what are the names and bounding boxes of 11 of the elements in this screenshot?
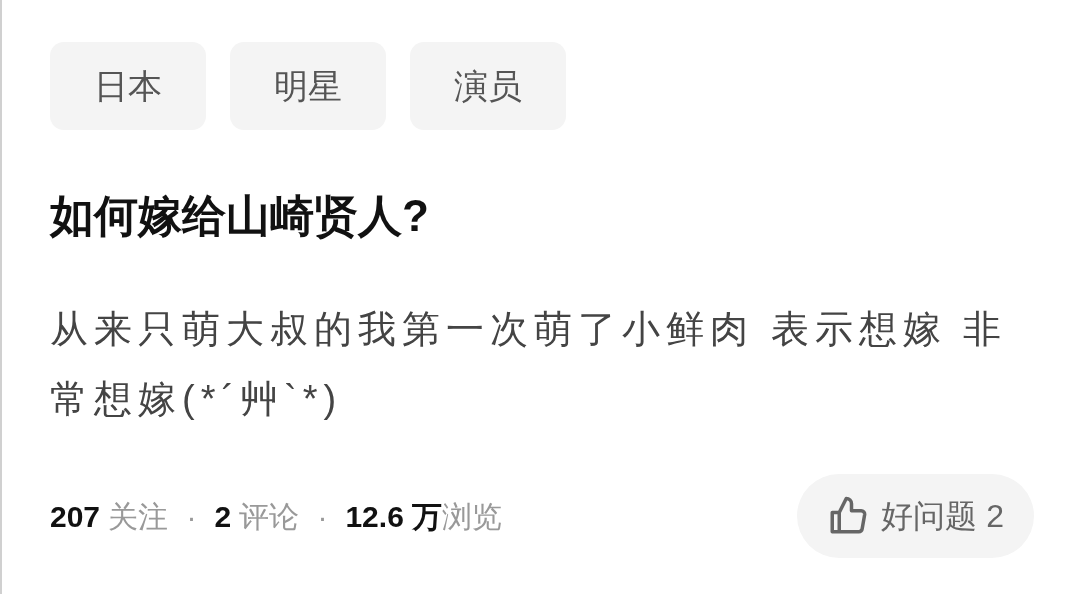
tag[interactable]: 明星: [230, 42, 386, 130]
tag[interactable]: 日本: [50, 42, 206, 130]
good-question-button[interactable]: 好问题 2: [797, 474, 1034, 558]
separator-dot: ·: [317, 498, 328, 535]
stat-text: 2 评论: [214, 498, 300, 535]
question-description: 从来只萌大叔的我第一次萌了小鲜肉 表示想嫁 非常想嫁(*´艸`*): [50, 307, 1009, 422]
question-title: 如何嫁给山崎贤人?: [50, 190, 430, 242]
tag[interactable]: 演员: [410, 42, 566, 130]
stat-text: 207 关注: [50, 498, 169, 535]
stat-text: 12.6 万浏览: [345, 498, 503, 535]
separator-dot: ·: [186, 498, 197, 535]
